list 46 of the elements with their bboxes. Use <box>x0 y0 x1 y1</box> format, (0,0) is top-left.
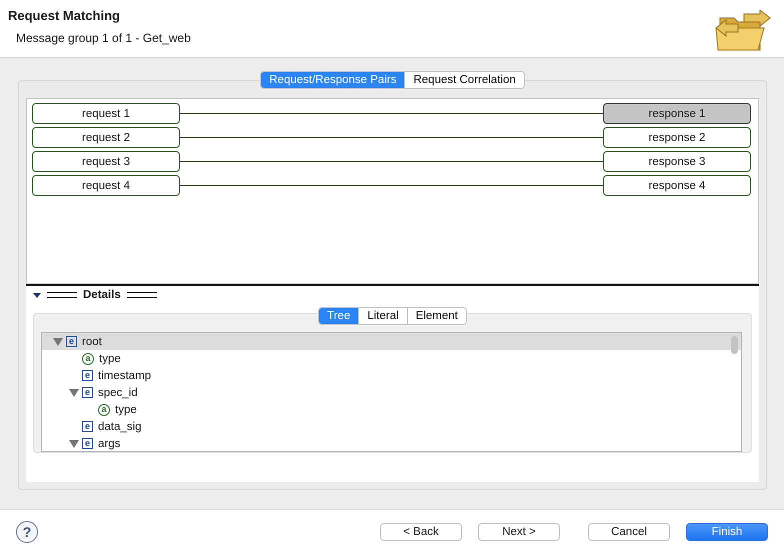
section-label: Details <box>83 289 121 302</box>
element-icon: e <box>82 421 93 432</box>
tree-row[interactable]: e timestamp <box>42 367 741 384</box>
response-node[interactable]: response 1 <box>603 103 751 124</box>
tree-label: type <box>99 352 121 365</box>
element-icon: e <box>82 438 93 450</box>
tree-row[interactable]: a type <box>42 350 741 368</box>
tree-row[interactable]: e root <box>42 333 741 350</box>
dialog-subtitle: Message group 1 of 1 - Get_web <box>15 31 191 45</box>
grip-icon <box>47 292 77 298</box>
request-node[interactable]: request 2 <box>32 127 180 148</box>
element-icon: e <box>66 336 77 348</box>
scrollbar-thumb[interactable] <box>731 336 738 354</box>
expand-triangle-icon[interactable] <box>53 338 63 346</box>
dialog-title: Request Matching <box>8 8 121 23</box>
attribute-icon: a <box>98 404 110 416</box>
element-icon: e <box>82 370 93 382</box>
tree-row[interactable]: a type <box>42 401 741 418</box>
tree-label: root <box>82 336 102 348</box>
expand-triangle-icon[interactable] <box>69 440 79 448</box>
request-node[interactable]: request 4 <box>32 175 180 196</box>
attribute-icon: a <box>82 352 94 365</box>
help-button[interactable]: ? <box>16 521 38 544</box>
tree-label: type <box>115 404 137 416</box>
response-node[interactable]: response 4 <box>603 175 751 196</box>
dialog-button[interactable]: Next > <box>478 523 560 542</box>
tree-row[interactable]: e data_sig <box>42 418 741 436</box>
dialog-button[interactable]: Finish <box>686 523 768 542</box>
request-node[interactable]: request 1 <box>32 103 180 124</box>
tree-row[interactable]: e args <box>42 435 741 452</box>
dialog-button[interactable]: Cancel <box>588 523 670 542</box>
tree-label: spec_id <box>98 386 138 399</box>
tab[interactable]: Tree <box>319 308 360 324</box>
tree-row[interactable]: e spec_id <box>42 384 741 402</box>
tree-label: data_sig <box>98 420 142 433</box>
tree-label: args <box>98 438 120 450</box>
request-node[interactable]: request 3 <box>32 151 180 172</box>
dialog-button[interactable]: < Back <box>380 523 462 542</box>
tree-label: timestamp <box>98 370 152 382</box>
response-node[interactable]: response 3 <box>603 151 751 172</box>
grip-icon <box>126 292 157 298</box>
expand-triangle-icon[interactable] <box>69 388 79 397</box>
response-node[interactable]: response 2 <box>603 127 751 148</box>
element-icon: e <box>82 387 93 398</box>
tab[interactable]: Request/Response Pairs <box>261 72 406 88</box>
collapse-triangle-icon[interactable] <box>33 292 41 298</box>
